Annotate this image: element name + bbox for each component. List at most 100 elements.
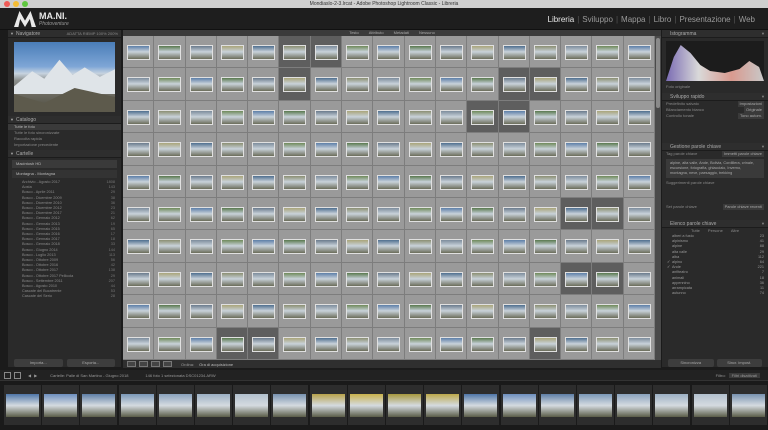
filmstrip-thumbnail[interactable] [120, 394, 154, 417]
filmstrip-cell[interactable] [309, 385, 347, 425]
forward-arrow-icon[interactable]: ▶ [34, 373, 37, 378]
filmstrip-thumbnail[interactable] [540, 394, 574, 417]
quick-develop-header[interactable]: Sviluppo rapido ▼ [662, 93, 768, 101]
grid-cell[interactable] [467, 36, 499, 69]
grid-cell[interactable] [529, 68, 562, 101]
photo-thumbnail[interactable] [158, 239, 182, 255]
filmstrip-thumbnail[interactable] [273, 394, 307, 417]
filmstrip-thumbnail[interactable] [388, 394, 421, 417]
photo-thumbnail[interactable] [127, 77, 150, 93]
grid-cell[interactable] [216, 36, 249, 69]
photo-thumbnail[interactable] [220, 239, 244, 255]
grid-cell[interactable] [279, 262, 311, 296]
photo-thumbnail[interactable] [252, 77, 276, 93]
grid-cell[interactable] [404, 165, 436, 198]
photo-thumbnail[interactable] [314, 304, 338, 320]
photo-thumbnail[interactable] [252, 109, 276, 125]
photo-thumbnail[interactable] [220, 109, 244, 125]
grid-cell[interactable] [373, 165, 405, 198]
grid-view-icon[interactable] [127, 361, 136, 367]
photo-thumbnail[interactable] [502, 304, 526, 320]
grid-cell[interactable] [404, 68, 436, 101]
grid-cell[interactable] [185, 36, 217, 69]
photo-thumbnail[interactable] [471, 206, 495, 222]
grid-cell[interactable] [592, 68, 624, 101]
grid-cell[interactable] [592, 133, 624, 166]
grid-cell[interactable] [467, 68, 499, 101]
photo-thumbnail[interactable] [408, 77, 432, 93]
grid-cell[interactable] [154, 295, 186, 328]
grid-cell[interactable] [623, 36, 656, 69]
photo-thumbnail[interactable] [533, 77, 557, 93]
photo-thumbnail[interactable] [283, 271, 307, 287]
photo-thumbnail[interactable] [377, 77, 401, 93]
grid-cell[interactable] [216, 295, 249, 328]
grid-cell[interactable] [529, 133, 562, 166]
photo-thumbnail[interactable] [596, 336, 620, 352]
grid-cell[interactable] [342, 36, 374, 69]
photo-thumbnail[interactable] [439, 77, 463, 93]
photo-thumbnail[interactable] [314, 109, 338, 125]
grid-cell[interactable] [248, 36, 280, 69]
grid-cell[interactable] [154, 197, 186, 231]
grid-cell[interactable] [279, 100, 311, 134]
photo-thumbnail[interactable] [596, 77, 620, 93]
grid-cell[interactable] [185, 133, 217, 166]
grid-cell[interactable] [467, 100, 499, 134]
photo-thumbnail[interactable] [377, 304, 401, 320]
photo-thumbnail[interactable] [220, 45, 244, 60]
photo-thumbnail[interactable] [346, 271, 370, 287]
grid-cell[interactable] [185, 230, 217, 263]
filmstrip-thumbnail[interactable] [349, 394, 383, 417]
grid-cell[interactable] [154, 262, 186, 296]
photo-thumbnail[interactable] [502, 142, 526, 158]
filmstrip-cell[interactable] [156, 385, 194, 425]
grid-icon[interactable] [14, 371, 21, 379]
grid-cell[interactable] [529, 100, 562, 134]
photo-thumbnail[interactable] [502, 174, 526, 190]
grid-cell[interactable] [279, 230, 311, 263]
grid-cell[interactable] [123, 230, 155, 263]
photo-thumbnail[interactable] [283, 174, 307, 190]
photo-thumbnail[interactable] [158, 142, 182, 158]
photo-thumbnail[interactable] [189, 336, 213, 352]
photo-thumbnail[interactable] [627, 271, 651, 287]
grid-cell[interactable] [310, 165, 343, 198]
photo-thumbnail[interactable] [471, 271, 495, 287]
photo-thumbnail[interactable] [377, 271, 401, 287]
grid-cell[interactable] [342, 68, 374, 101]
grid-cell[interactable] [435, 230, 468, 263]
grid-cell[interactable] [498, 36, 530, 69]
grid-cell[interactable] [404, 295, 436, 328]
grid-cell[interactable] [623, 68, 656, 101]
photo-thumbnail[interactable] [346, 77, 370, 93]
grid-cell[interactable] [123, 197, 155, 231]
grid-cell[interactable] [404, 262, 436, 296]
grid-cell[interactable] [435, 262, 468, 296]
photo-thumbnail[interactable] [533, 142, 557, 158]
photo-thumbnail[interactable] [565, 174, 589, 190]
filmstrip-filter-select[interactable]: Filtri disattivati [728, 372, 760, 378]
photo-thumbnail[interactable] [127, 142, 150, 158]
module-mappa[interactable]: Mappa [618, 15, 648, 24]
grid-cell[interactable] [154, 68, 186, 101]
grid-cell[interactable] [373, 230, 405, 263]
grid-cell[interactable] [279, 327, 311, 360]
photo-thumbnail[interactable] [346, 206, 370, 222]
filmstrip-cell[interactable] [4, 385, 41, 425]
filmstrip-thumbnail[interactable] [6, 394, 39, 417]
photo-thumbnail[interactable] [158, 336, 182, 352]
grid-cell[interactable] [248, 197, 280, 231]
photo-thumbnail[interactable] [439, 271, 463, 287]
module-libro[interactable]: Libro [651, 15, 675, 24]
photo-thumbnail[interactable] [533, 239, 557, 255]
photo-thumbnail[interactable] [439, 142, 463, 158]
grid-cell[interactable] [342, 262, 374, 296]
photo-thumbnail[interactable] [565, 239, 589, 255]
filmstrip-source[interactable]: Cartelle: Palle di San Martino - Giugno … [50, 373, 128, 378]
photo-thumbnail[interactable] [439, 206, 463, 222]
keyword-suggestions-row[interactable]: Suggerimenti parole chiave [662, 180, 768, 186]
filmstrip-cell[interactable] [653, 385, 691, 425]
grid-cell[interactable] [373, 133, 405, 166]
photo-thumbnail[interactable] [377, 336, 401, 352]
